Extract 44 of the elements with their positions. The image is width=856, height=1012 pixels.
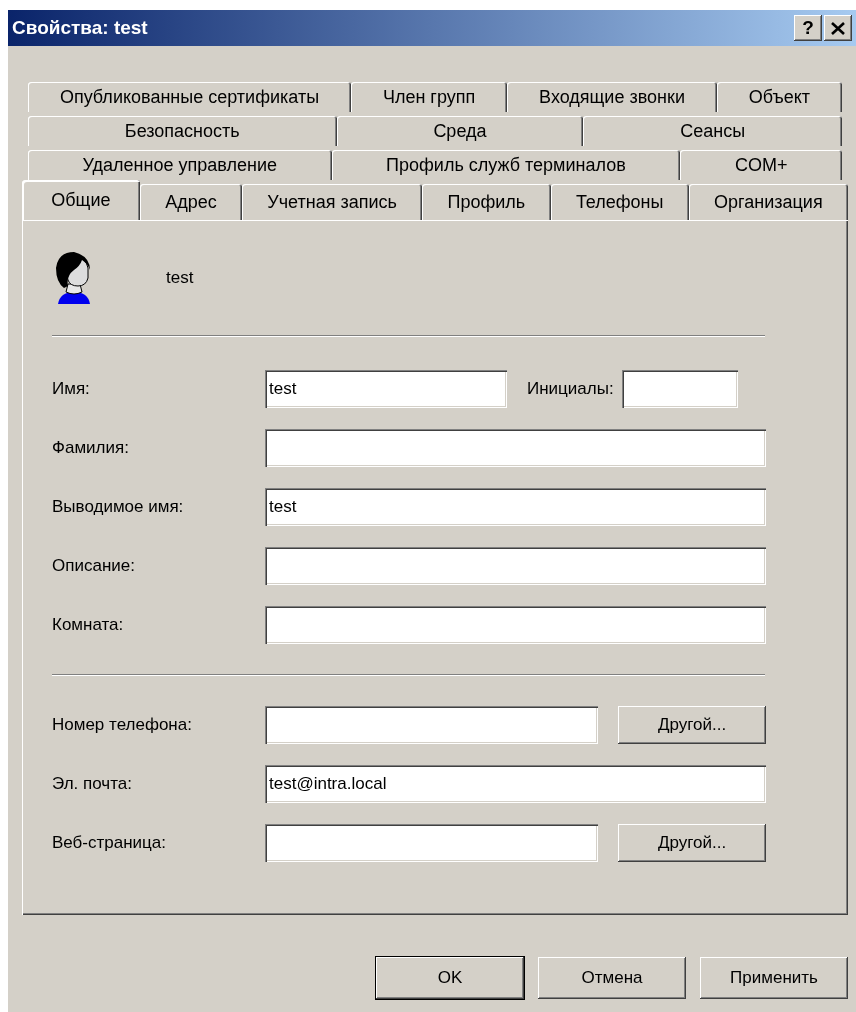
field-label: Описание: xyxy=(52,556,136,576)
close-button[interactable] xyxy=(824,15,852,41)
field-label: Номер телефона: xyxy=(52,715,193,735)
field-label: Эл. почта: xyxy=(52,774,133,794)
tab[interactable]: Удаленное управление xyxy=(28,150,332,180)
input-field[interactable]: test@intra.local xyxy=(265,765,766,803)
field-label: Имя: xyxy=(52,379,91,399)
tab[interactable]: Общие xyxy=(22,180,140,220)
input-field[interactable]: test xyxy=(265,488,766,526)
tab[interactable]: Безопасность xyxy=(28,116,337,146)
tab[interactable]: COM+ xyxy=(680,150,842,180)
window-title: Свойства: test xyxy=(12,17,149,39)
tab[interactable]: Опубликованные сертификаты xyxy=(28,82,351,112)
other-button[interactable]: Другой... xyxy=(618,824,766,862)
tab[interactable]: Адрес xyxy=(139,184,242,220)
input-field[interactable]: test xyxy=(265,370,507,408)
tab[interactable]: Профиль xyxy=(422,184,551,220)
input-field[interactable] xyxy=(265,429,766,467)
input-field[interactable] xyxy=(265,706,598,744)
field-label: Веб-страница: xyxy=(52,833,167,853)
field-label: Выводимое имя: xyxy=(52,497,185,517)
tab[interactable]: Объект xyxy=(716,82,842,112)
tab[interactable]: Учетная запись xyxy=(241,184,423,220)
other-button[interactable]: Другой... xyxy=(618,706,766,744)
tab[interactable]: Сеансы xyxy=(583,116,842,146)
field-label: Комната: xyxy=(52,615,125,635)
tab[interactable]: Входящие звонки xyxy=(507,82,717,112)
input-field[interactable] xyxy=(265,606,766,644)
tab[interactable]: Профиль служб терминалов xyxy=(331,150,681,180)
tab[interactable]: Среда xyxy=(336,116,584,146)
input-field[interactable] xyxy=(265,547,766,585)
user-name: test xyxy=(166,268,194,288)
tab[interactable]: Член групп xyxy=(351,82,508,112)
dialog-button[interactable]: OK xyxy=(376,957,524,999)
field-label: Инициалы: xyxy=(527,379,614,399)
field-label: Фамилия: xyxy=(52,438,130,458)
tab[interactable]: Телефоны xyxy=(550,184,689,220)
dialog-button[interactable]: Отмена xyxy=(538,957,686,999)
dialog-button[interactable]: Применить xyxy=(700,957,848,999)
help-button[interactable]: ? xyxy=(794,15,822,41)
close-icon xyxy=(831,21,845,35)
input-field[interactable] xyxy=(265,824,598,862)
input-field[interactable] xyxy=(621,370,738,408)
tab[interactable]: Организация xyxy=(688,184,848,220)
